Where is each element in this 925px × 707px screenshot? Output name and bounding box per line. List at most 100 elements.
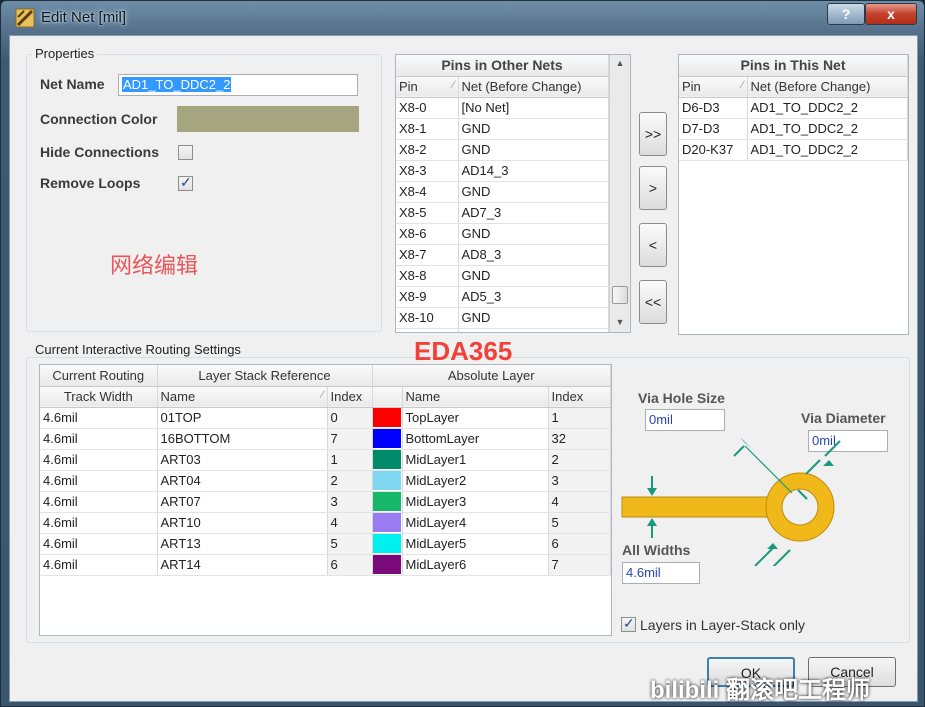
- net-cell: GND: [458, 307, 609, 329]
- pins-other-col-net[interactable]: Net (Before Change): [458, 76, 609, 98]
- net-name-input[interactable]: AD1_TO_DDC2_2: [118, 74, 358, 96]
- table-row[interactable]: X8-0 [No Net]: [396, 97, 609, 119]
- routing-col-abs-name[interactable]: Name: [402, 386, 549, 408]
- routing-grid[interactable]: Current Routing Layer Stack Reference Ab…: [39, 364, 612, 636]
- layer-name-cell: ART04: [157, 470, 328, 492]
- abs-layer-index-cell: 3: [548, 470, 611, 492]
- hide-connections-checkbox[interactable]: [178, 145, 193, 160]
- properties-group-title: Properties: [32, 46, 98, 61]
- all-widths-input[interactable]: 4.6mil: [622, 562, 700, 584]
- pin-cell: X8-3: [396, 160, 459, 182]
- title-bar[interactable]: Edit Net [mil] ? x: [1, 1, 925, 35]
- scroll-up-icon[interactable]: ▲: [610, 58, 630, 68]
- table-row[interactable]: 4.6mil 16BOTTOM 7 BottomLayer 32: [40, 428, 611, 450]
- table-row[interactable]: D6-D3 AD1_TO_DDC2_2: [679, 97, 908, 119]
- table-row[interactable]: 4.6mil 01TOP 0 TopLayer 1: [40, 407, 611, 429]
- abs-layer-name-cell: MidLayer3: [402, 491, 549, 513]
- abs-layer-name-cell: BottomLayer: [402, 428, 549, 450]
- scroll-thumb[interactable]: [612, 286, 628, 304]
- table-row[interactable]: X8-8 GND: [396, 265, 609, 287]
- table-row[interactable]: X8-5 AD7_3: [396, 202, 609, 224]
- pins-other-grid[interactable]: Pins in Other Nets Pin ⁄ Net (Before Chan…: [395, 54, 631, 333]
- routing-hdr-layer-stack: Layer Stack Reference: [157, 365, 373, 387]
- routing-hdr-absolute: Absolute Layer: [372, 365, 611, 387]
- table-row[interactable]: 4.6mil ART10 4 MidLayer4 5: [40, 512, 611, 534]
- add-button[interactable]: >: [639, 166, 667, 210]
- table-row[interactable]: X8-11AD6_3: [396, 328, 609, 332]
- table-row[interactable]: 4.6mil ART13 5 MidLayer5 6: [40, 533, 611, 555]
- remove-all-button[interactable]: <<: [639, 280, 667, 324]
- abs-layer-index-cell: 2: [548, 449, 611, 471]
- layer-color-cell: [372, 491, 403, 513]
- net-name-label: Net Name: [40, 76, 105, 92]
- layer-name-cell: ART14: [157, 554, 328, 576]
- table-row[interactable]: 4.6mil ART14 6 MidLayer6 7: [40, 554, 611, 576]
- pins-this-grid[interactable]: Pins in This Net Pin ⁄ Net (Before Change…: [678, 54, 909, 335]
- table-row[interactable]: 4.6mil ART04 2 MidLayer2 3: [40, 470, 611, 492]
- pins-other-col-pin[interactable]: Pin ⁄: [396, 76, 459, 98]
- net-cell: GND: [458, 181, 609, 203]
- table-row[interactable]: X8-3 AD14_3: [396, 160, 609, 182]
- net-cell: GND: [458, 223, 609, 245]
- dialog-client-area: Properties Net Name AD1_TO_DDC2_2 Connec…: [9, 35, 918, 704]
- net-cell: AD1_TO_DDC2_2: [747, 97, 908, 119]
- layer-color-swatch: [373, 492, 401, 511]
- layer-index-cell: 1: [327, 449, 373, 471]
- layer-name-cell: 01TOP: [157, 407, 328, 429]
- routing-col-track-width[interactable]: Track Width: [40, 386, 158, 408]
- table-row[interactable]: 4.6mil ART03 1 MidLayer1 2: [40, 449, 611, 471]
- table-row[interactable]: X8-4 GND: [396, 181, 609, 203]
- pin-cell: X8-0: [396, 97, 459, 119]
- pins-other-title: Pins in Other Nets: [396, 55, 609, 77]
- pins-this-col-pin-label: Pin: [682, 79, 701, 94]
- abs-layer-name-cell: MidLayer2: [402, 470, 549, 492]
- table-row[interactable]: D20-K37 AD1_TO_DDC2_2: [679, 139, 908, 161]
- pins-this-col-pin[interactable]: Pin ⁄: [679, 76, 748, 98]
- net-cell: AD14_3: [458, 160, 609, 182]
- layers-only-label: Layers in Layer-Stack only: [640, 617, 805, 633]
- remove-button[interactable]: <: [639, 223, 667, 267]
- table-row[interactable]: X8-1 GND: [396, 118, 609, 140]
- layer-index-cell: 0: [327, 407, 373, 429]
- routing-col-index[interactable]: Index: [327, 386, 373, 408]
- net-cell: [No Net]: [458, 97, 609, 119]
- layer-name-cell: ART13: [157, 533, 328, 555]
- close-button[interactable]: x: [865, 3, 917, 25]
- track-width-cell: 4.6mil: [40, 470, 158, 492]
- remove-loops-checkbox[interactable]: ✓: [178, 174, 193, 191]
- layer-name-cell: 16BOTTOM: [157, 428, 328, 450]
- routing-col-name[interactable]: Name ⁄: [157, 386, 328, 408]
- layers-only-checkbox[interactable]: ✓: [621, 615, 636, 632]
- add-all-button[interactable]: >>: [639, 112, 667, 156]
- table-row[interactable]: X8-2 GND: [396, 139, 609, 161]
- table-row[interactable]: 4.6mil ART07 3 MidLayer3 4: [40, 491, 611, 513]
- sort-icon: ⁄: [321, 389, 324, 401]
- layer-color-swatch: [373, 513, 401, 532]
- scroll-down-icon[interactable]: ▼: [610, 317, 630, 327]
- layer-name-cell: ART10: [157, 512, 328, 534]
- watermark-cn: 网络编辑: [110, 253, 199, 278]
- abs-layer-name-cell: MidLayer1: [402, 449, 549, 471]
- pins-this-col-net[interactable]: Net (Before Change): [747, 76, 908, 98]
- table-row[interactable]: X8-10 GND: [396, 307, 609, 329]
- layer-index-cell: 5: [327, 533, 373, 555]
- pins-other-scrollbar[interactable]: ▲ ▼: [609, 55, 630, 332]
- footer-watermark: bilibili 翻滚吧工程师: [650, 677, 870, 704]
- table-row[interactable]: D7-D3 AD1_TO_DDC2_2: [679, 118, 908, 140]
- layer-name-cell: ART07: [157, 491, 328, 513]
- table-row[interactable]: X8-7 AD8_3: [396, 244, 609, 266]
- abs-layer-index-cell: 32: [548, 428, 611, 450]
- layer-index-cell: 7: [327, 428, 373, 450]
- net-cell: GND: [458, 139, 609, 161]
- table-row[interactable]: X8-9 AD5_3: [396, 286, 609, 308]
- connection-color-swatch[interactable]: [177, 106, 359, 132]
- help-button[interactable]: ?: [827, 3, 865, 25]
- via-hole-size-input[interactable]: 0mil: [645, 409, 725, 431]
- layer-color-swatch: [373, 450, 401, 469]
- abs-layer-index-cell: 4: [548, 491, 611, 513]
- remove-loops-label: Remove Loops: [40, 175, 141, 191]
- table-row[interactable]: X8-6 GND: [396, 223, 609, 245]
- layer-color-cell: [372, 428, 403, 450]
- routing-col-color: [372, 386, 403, 408]
- routing-col-abs-index[interactable]: Index: [548, 386, 611, 408]
